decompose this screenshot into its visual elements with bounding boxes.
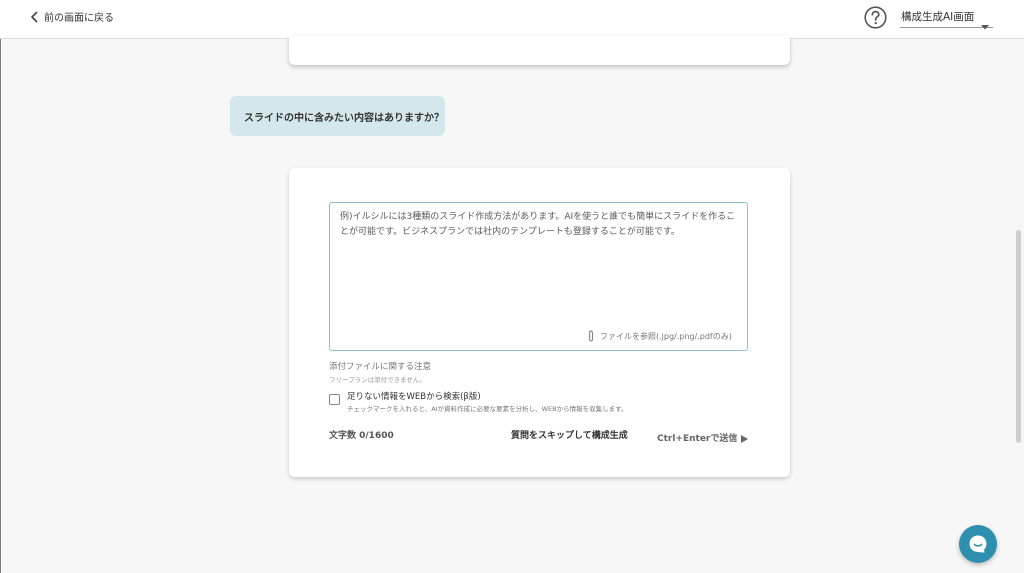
- answer-card: ファイルを参照(.jpg/.png/.pdfのみ) 添付ファイルに関する注意 フ…: [289, 168, 790, 477]
- back-link[interactable]: 前の画面に戻る: [30, 9, 114, 24]
- character-count: 文字数 0/1600: [329, 431, 394, 441]
- send-button-label: Ctrl+Enterで送信: [657, 434, 738, 444]
- caret-down-icon: [981, 15, 989, 34]
- question-circle-icon[interactable]: [864, 6, 887, 29]
- answer-textarea[interactable]: [340, 210, 738, 305]
- send-button[interactable]: Ctrl+Enterで送信: [657, 428, 749, 447]
- triangle-right-icon: [741, 428, 749, 447]
- bot-question-text: スライドの中に含みたい内容はありますか？: [244, 113, 444, 124]
- window-edge: [0, 0, 1, 573]
- chat-support-button[interactable]: [959, 525, 997, 563]
- answer-input-box: ファイルを参照(.jpg/.png/.pdfのみ): [329, 202, 748, 351]
- scrollbar-thumb[interactable]: [1016, 230, 1021, 443]
- attachment-note-text: フリープランは添付できません。: [329, 376, 426, 384]
- top-bar: 前の画面に戻る 構成生成AI画面: [0, 0, 1024, 39]
- bot-question-bubble: スライドの中に含みたい内容はありますか？: [230, 96, 445, 136]
- mode-select-label: 構成生成AI画面: [901, 11, 975, 23]
- chevron-left-icon: [30, 11, 39, 23]
- web-search-description: チェックマークを入れると、AIが資料作成に必要な要素を分析し、WEBから情報を収…: [347, 405, 628, 413]
- attach-file-label: ファイルを参照(.jpg/.png/.pdfのみ): [600, 332, 732, 341]
- web-search-checkbox[interactable]: [329, 394, 340, 405]
- previous-message-card: [289, 36, 790, 65]
- attachment-note-title: 添付ファイルに関する注意: [329, 362, 432, 372]
- attach-file-button[interactable]: ファイルを参照(.jpg/.png/.pdfのみ): [587, 327, 732, 346]
- mode-select[interactable]: 構成生成AI画面: [900, 8, 993, 30]
- web-search-label[interactable]: 足りない情報をWEBから検索(β版): [347, 390, 481, 402]
- skip-question-button[interactable]: 質問をスキップして構成生成: [511, 428, 628, 441]
- paperclip-icon: [587, 327, 595, 346]
- back-link-label: 前の画面に戻る: [44, 13, 114, 24]
